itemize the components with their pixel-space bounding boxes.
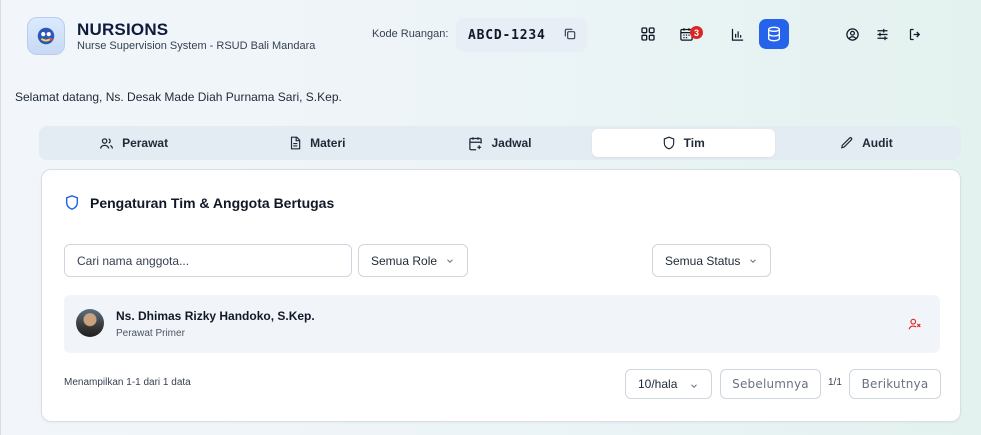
card-title: Pengaturan Tim & Anggota Bertugas [64, 194, 334, 211]
page-indicator: 1/1 [828, 377, 842, 388]
dashboard-button[interactable] [633, 19, 663, 49]
next-page-button[interactable]: Berikutnya [849, 369, 941, 399]
status-filter-value: Semua Status [665, 253, 741, 268]
chevron-down-icon [691, 384, 697, 388]
role-filter-value: Semua Role [371, 253, 438, 268]
page-size-value: 10/hala [638, 377, 678, 391]
role-filter-select[interactable]: Semua Role [358, 244, 469, 277]
sliders-icon [877, 28, 887, 40]
stethoscope-logo-icon [37, 27, 55, 45]
logout-button[interactable] [900, 19, 930, 49]
user-remove-icon[interactable] [908, 317, 922, 336]
member-name: Ns. Dhimas Rizky Handoko, S.Kep. [116, 309, 315, 323]
document-icon [291, 136, 301, 150]
status-filter-select[interactable]: Semua Status [652, 244, 772, 277]
database-icon [768, 26, 780, 42]
avatar [76, 309, 104, 337]
room-code-label: Kode Ruangan: [372, 28, 449, 40]
member-role: Perawat Primer [116, 328, 185, 339]
card-title-text: Pengaturan Tim & Anggota Bertugas [90, 194, 335, 211]
chevron-down-icon [750, 258, 757, 263]
profile-button[interactable] [837, 19, 867, 49]
tab-jadwal[interactable]: Jadwal [408, 129, 591, 157]
tab-label: Materi [310, 136, 346, 150]
tab-audit[interactable]: Audit [775, 129, 958, 157]
grid-icon [641, 27, 655, 41]
app-frame: NURSIONS Nurse Supervision System - RSUD… [0, 0, 981, 435]
room-code-box: ABCD-1234 [456, 18, 587, 52]
pagination-info: Menampilkan 1-1 dari 1 data [64, 377, 191, 388]
tab-bar: Perawat Materi Jadwal Tim Audit [39, 126, 961, 160]
page-size-select[interactable]: 10/hala [625, 369, 712, 399]
tab-label: Perawat [122, 136, 169, 150]
chart-icon [731, 28, 743, 41]
team-settings-card: Pengaturan Tim & Anggota Bertugas Semua … [41, 169, 961, 422]
brand-subtitle: Nurse Supervision System - RSUD Bali Man… [77, 39, 316, 52]
user-circle-icon [845, 27, 859, 41]
previous-page-button[interactable]: Sebelumnya [720, 369, 821, 399]
tab-perawat[interactable]: Perawat [42, 129, 225, 157]
member-row[interactable]: Ns. Dhimas Rizky Handoko, S.Kep. Perawat… [64, 295, 940, 353]
room-code-value: ABCD-1234 [468, 27, 546, 43]
tab-label: Jadwal [491, 136, 532, 150]
pencil-icon [841, 137, 853, 149]
tab-tim[interactable]: Tim [591, 129, 775, 157]
tab-label: Tim [683, 136, 705, 150]
shield-icon [65, 195, 79, 210]
brand-block: NURSIONS Nurse Supervision System - RSUD… [77, 19, 316, 52]
settings-button[interactable] [867, 19, 897, 49]
report-button[interactable] [722, 19, 752, 49]
copy-icon[interactable] [563, 27, 577, 46]
top-header: NURSIONS Nurse Supervision System - RSUD… [25, 10, 969, 62]
welcome-message: Selamat datang, Ns. Desak Made Diah Purn… [15, 90, 342, 104]
tab-label: Audit [862, 136, 893, 150]
calendar-button[interactable]: 3 [671, 19, 703, 49]
database-button[interactable] [759, 19, 789, 49]
brand-name: NURSIONS [77, 19, 169, 39]
app-logo [27, 17, 65, 55]
calendar-plus-icon [469, 136, 483, 150]
shield-icon [663, 136, 674, 150]
member-search-input[interactable] [64, 244, 352, 277]
chevron-down-icon [447, 258, 453, 263]
users-icon [100, 137, 114, 149]
logout-icon [909, 28, 920, 40]
tab-materi[interactable]: Materi [225, 129, 408, 157]
notification-badge: 3 [690, 26, 703, 39]
